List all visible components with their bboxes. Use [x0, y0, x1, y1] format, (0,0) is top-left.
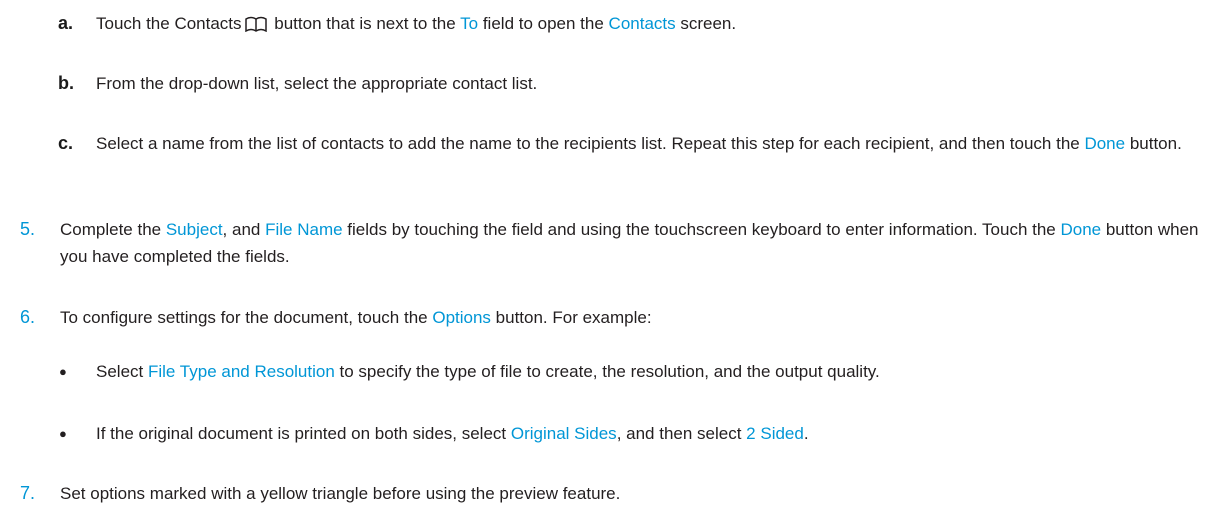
step-5-text: Complete the Subject, and File Name fiel… [60, 216, 1199, 270]
options-button-link: Options [432, 308, 491, 327]
step-6-marker: 6. [20, 307, 36, 327]
step-a-text-1: Touch the Contacts [96, 14, 242, 33]
step-7-text: Set options marked with a yellow triangl… [60, 484, 621, 503]
bullet-1-text-2: to specify the type of file to create, t… [334, 362, 880, 381]
subject-field-link: Subject [165, 220, 223, 239]
done-button-link: Done [1060, 220, 1102, 239]
step-6-text-2: button. For example: [490, 308, 652, 327]
contacts-screen-link: Contacts [608, 14, 676, 33]
step-b-marker: b. [58, 73, 74, 93]
step-5-text-3: fields by touching the field and using t… [342, 220, 1061, 239]
step-c: c. Select a name from the list of contac… [58, 130, 1199, 157]
step-c-marker: c. [58, 133, 74, 153]
bullet-item-file-type: ● Select File Type and Resolution to spe… [59, 358, 1199, 385]
step-5-text-2: , and [222, 220, 266, 239]
step-6-text: To configure settings for the document, … [60, 304, 1199, 331]
bullet-2-text-3: . [803, 424, 809, 443]
step-7: 7. Set options marked with a yellow tria… [20, 480, 1199, 507]
step-5-text-1: Complete the [60, 220, 166, 239]
bullet-2-text: If the original document is printed on b… [96, 420, 1199, 447]
step-c-text: Select a name from the list of contacts … [96, 130, 1199, 157]
step-a-text-3: field to open the [478, 14, 609, 33]
step-5: 5. Complete the Subject, and File Name f… [20, 216, 1199, 270]
step-a: a. Touch the Contacts button that is nex… [58, 10, 1199, 40]
step-b-text: From the drop-down list, select the appr… [96, 74, 538, 93]
to-field-link: To [460, 14, 479, 33]
step-a-text-2: button that is next to the [269, 14, 461, 33]
bullet-1-text-1: Select [96, 362, 148, 381]
step-a-marker: a. [58, 13, 74, 33]
step-5-marker: 5. [20, 219, 36, 239]
book-icon [244, 13, 267, 40]
original-sides-link: Original Sides [510, 424, 617, 443]
done-button-link: Done [1084, 134, 1126, 153]
bullet-1-text: Select File Type and Resolution to speci… [96, 358, 1199, 385]
bullet-item-original-sides: ● If the original document is printed on… [59, 420, 1199, 447]
step-a-text-4: screen. [675, 14, 737, 33]
bullet-icon: ● [59, 426, 67, 441]
step-6: 6. To configure settings for the documen… [20, 304, 1199, 331]
bullet-2-text-1: If the original document is printed on b… [96, 424, 511, 443]
bullet-icon: ● [59, 364, 67, 379]
bullet-2-text-2: , and then select [616, 424, 747, 443]
step-6-text-1: To configure settings for the document, … [60, 308, 433, 327]
step-c-text-2: button. [1125, 134, 1182, 153]
step-7-marker: 7. [20, 483, 36, 503]
two-sided-link: 2 Sided [746, 424, 804, 443]
file-name-field-link: File Name [265, 220, 343, 239]
step-b: b. From the drop-down list, select the a… [58, 70, 1199, 97]
step-c-text-1: Select a name from the list of contacts … [96, 134, 1085, 153]
step-a-text: Touch the Contacts button that is next t… [96, 10, 1199, 40]
file-type-resolution-link: File Type and Resolution [147, 362, 335, 381]
